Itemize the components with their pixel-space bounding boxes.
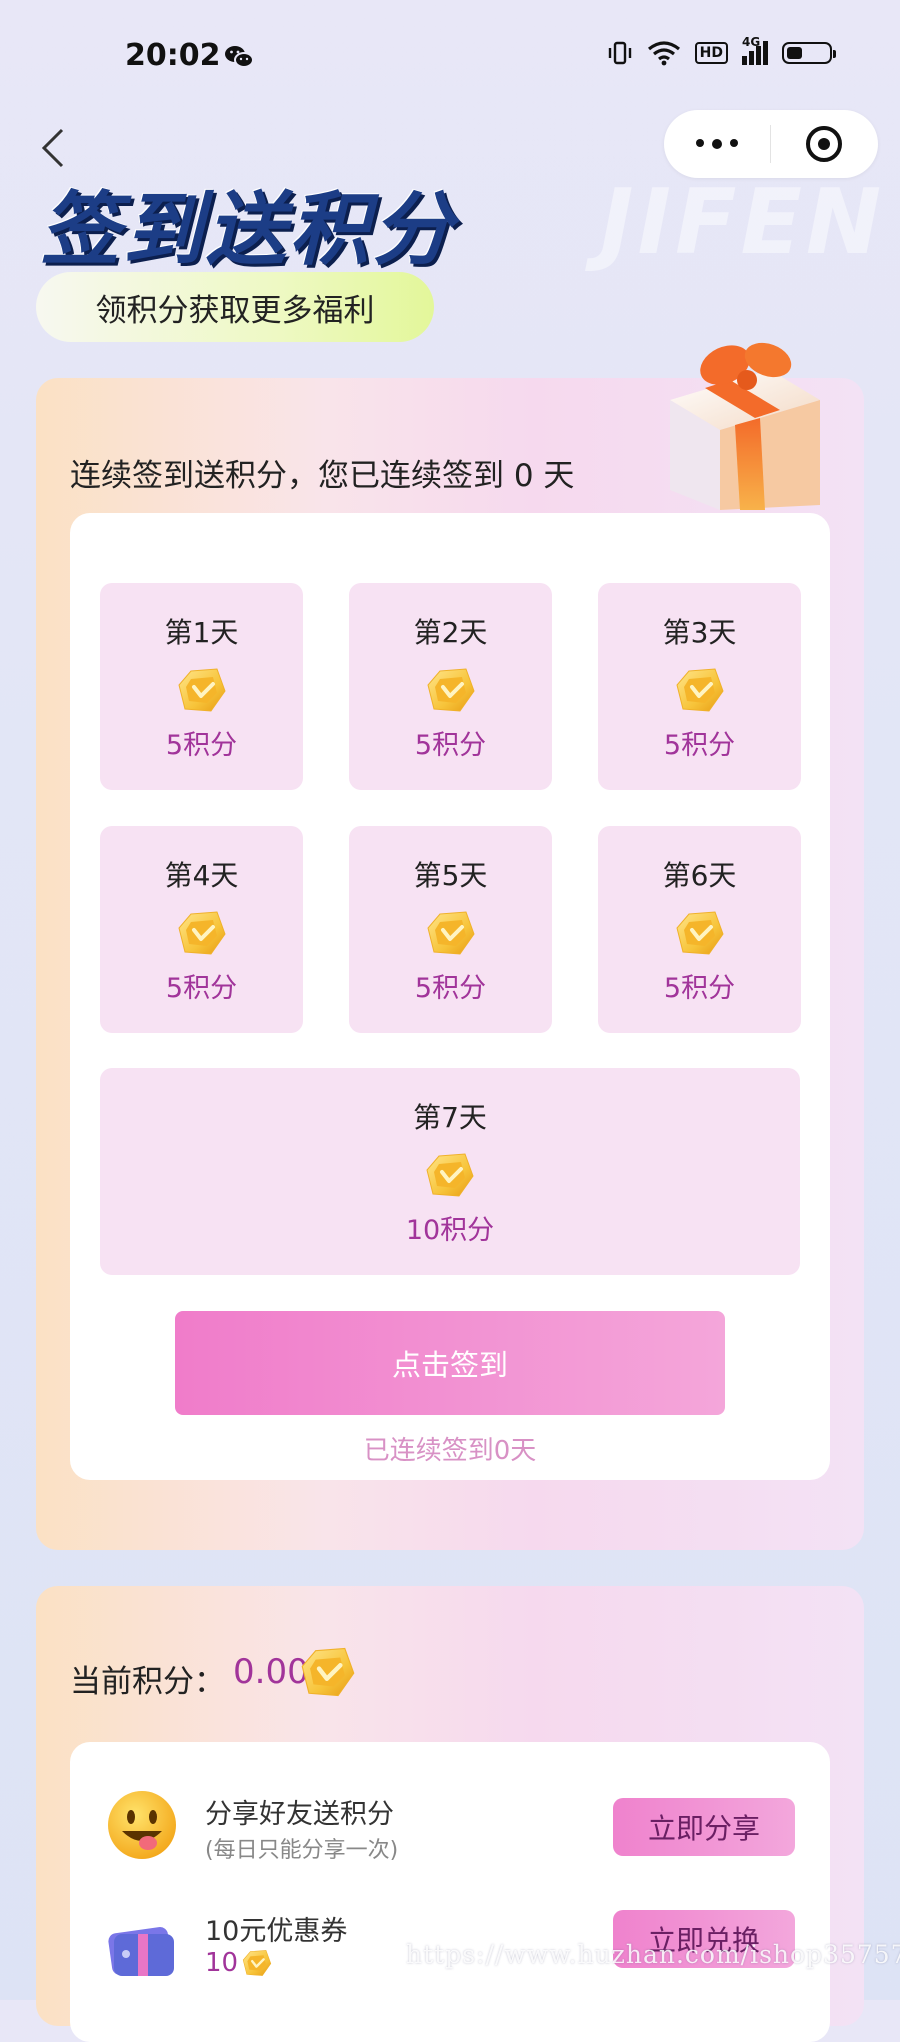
hero-deco-text: JIFEN (600, 170, 886, 275)
hero-subtitle: 领积分获取更多福利 (36, 272, 434, 342)
signal-4g-icon: 4G (742, 35, 768, 65)
day-points: 5积分 (663, 730, 736, 761)
coin-icon (675, 908, 725, 958)
day-tile[interactable]: 第6天 5积分 (598, 826, 801, 1033)
coin-icon (300, 1644, 356, 1700)
wifi-icon (647, 41, 680, 66)
share-button[interactable]: 立即分享 (613, 1798, 795, 1856)
coin-icon (425, 1150, 475, 1200)
task-subtitle: (每日只能分享一次) (205, 1838, 399, 1863)
day-tile[interactable]: 第4天 5积分 (100, 826, 303, 1033)
day-tile[interactable]: 第2天 5积分 (349, 583, 552, 790)
cost-value: 10 (205, 1948, 239, 1978)
day-points: 5积分 (165, 973, 238, 1004)
day-points: 10积分 (405, 1215, 495, 1246)
battery-icon (782, 42, 836, 64)
task-title: 10元优惠券 (205, 1916, 348, 1947)
watermark: https://www.huzhan.com/ishop35757 (406, 1940, 900, 1969)
chevron-left-icon[interactable] (38, 126, 68, 170)
day-tile[interactable]: 第5天 5积分 (349, 826, 552, 1033)
day-tile[interactable]: 第7天 10积分 (100, 1068, 800, 1275)
day-label: 第2天 (413, 616, 488, 649)
points-label: 当前积分： (70, 1664, 225, 1700)
day-points: 5积分 (165, 730, 238, 761)
status-icons: HD 4G (607, 35, 836, 66)
network-label: 4G (742, 35, 761, 49)
day-tile[interactable]: 第3天 5积分 (598, 583, 801, 790)
coin-icon (177, 908, 227, 958)
day-label: 第3天 (662, 616, 737, 649)
day-label: 第6天 (662, 859, 737, 892)
day-label: 第7天 (413, 1101, 487, 1134)
day-points: 5积分 (663, 973, 736, 1004)
coin-icon (242, 1948, 272, 1978)
checkin-heading: 连续签到送积分，您已连续签到 0 天 (70, 458, 575, 494)
hd-badge: HD (694, 42, 728, 64)
day-tile[interactable]: 第1天 5积分 (100, 583, 303, 790)
tasks-panel: 分享好友送积分 (每日只能分享一次) 立即分享 10元优惠券 10 立即兑换 (70, 1742, 830, 2042)
day-label: 第4天 (164, 859, 239, 892)
day-points: 5积分 (414, 973, 487, 1004)
coin-icon (177, 665, 227, 715)
smiley-face-icon (108, 1791, 176, 1859)
coin-icon (675, 665, 725, 715)
gift-box-icon (670, 342, 820, 510)
day-points: 5积分 (414, 730, 487, 761)
page-title: 签到送积分 (40, 183, 455, 276)
vibrate-icon (608, 41, 631, 65)
target-circle-icon[interactable] (771, 126, 877, 162)
streak-note: 已连续签到0天 (363, 1436, 537, 1466)
more-dots-icon[interactable] (664, 139, 770, 149)
status-time: 20:02 (125, 38, 221, 73)
coupon-card-icon (108, 1927, 174, 1976)
coin-icon (426, 665, 476, 715)
task-cost: 10 (205, 1948, 272, 1978)
day-label: 第5天 (413, 859, 488, 892)
checkin-button[interactable]: 点击签到 (175, 1311, 725, 1415)
wechat-icon (225, 46, 254, 68)
task-title: 分享好友送积分 (205, 1799, 394, 1830)
coin-icon (426, 908, 476, 958)
day-label: 第1天 (164, 616, 239, 649)
points-value: 0.00 (233, 1652, 309, 1692)
mini-program-capsule (664, 110, 878, 178)
